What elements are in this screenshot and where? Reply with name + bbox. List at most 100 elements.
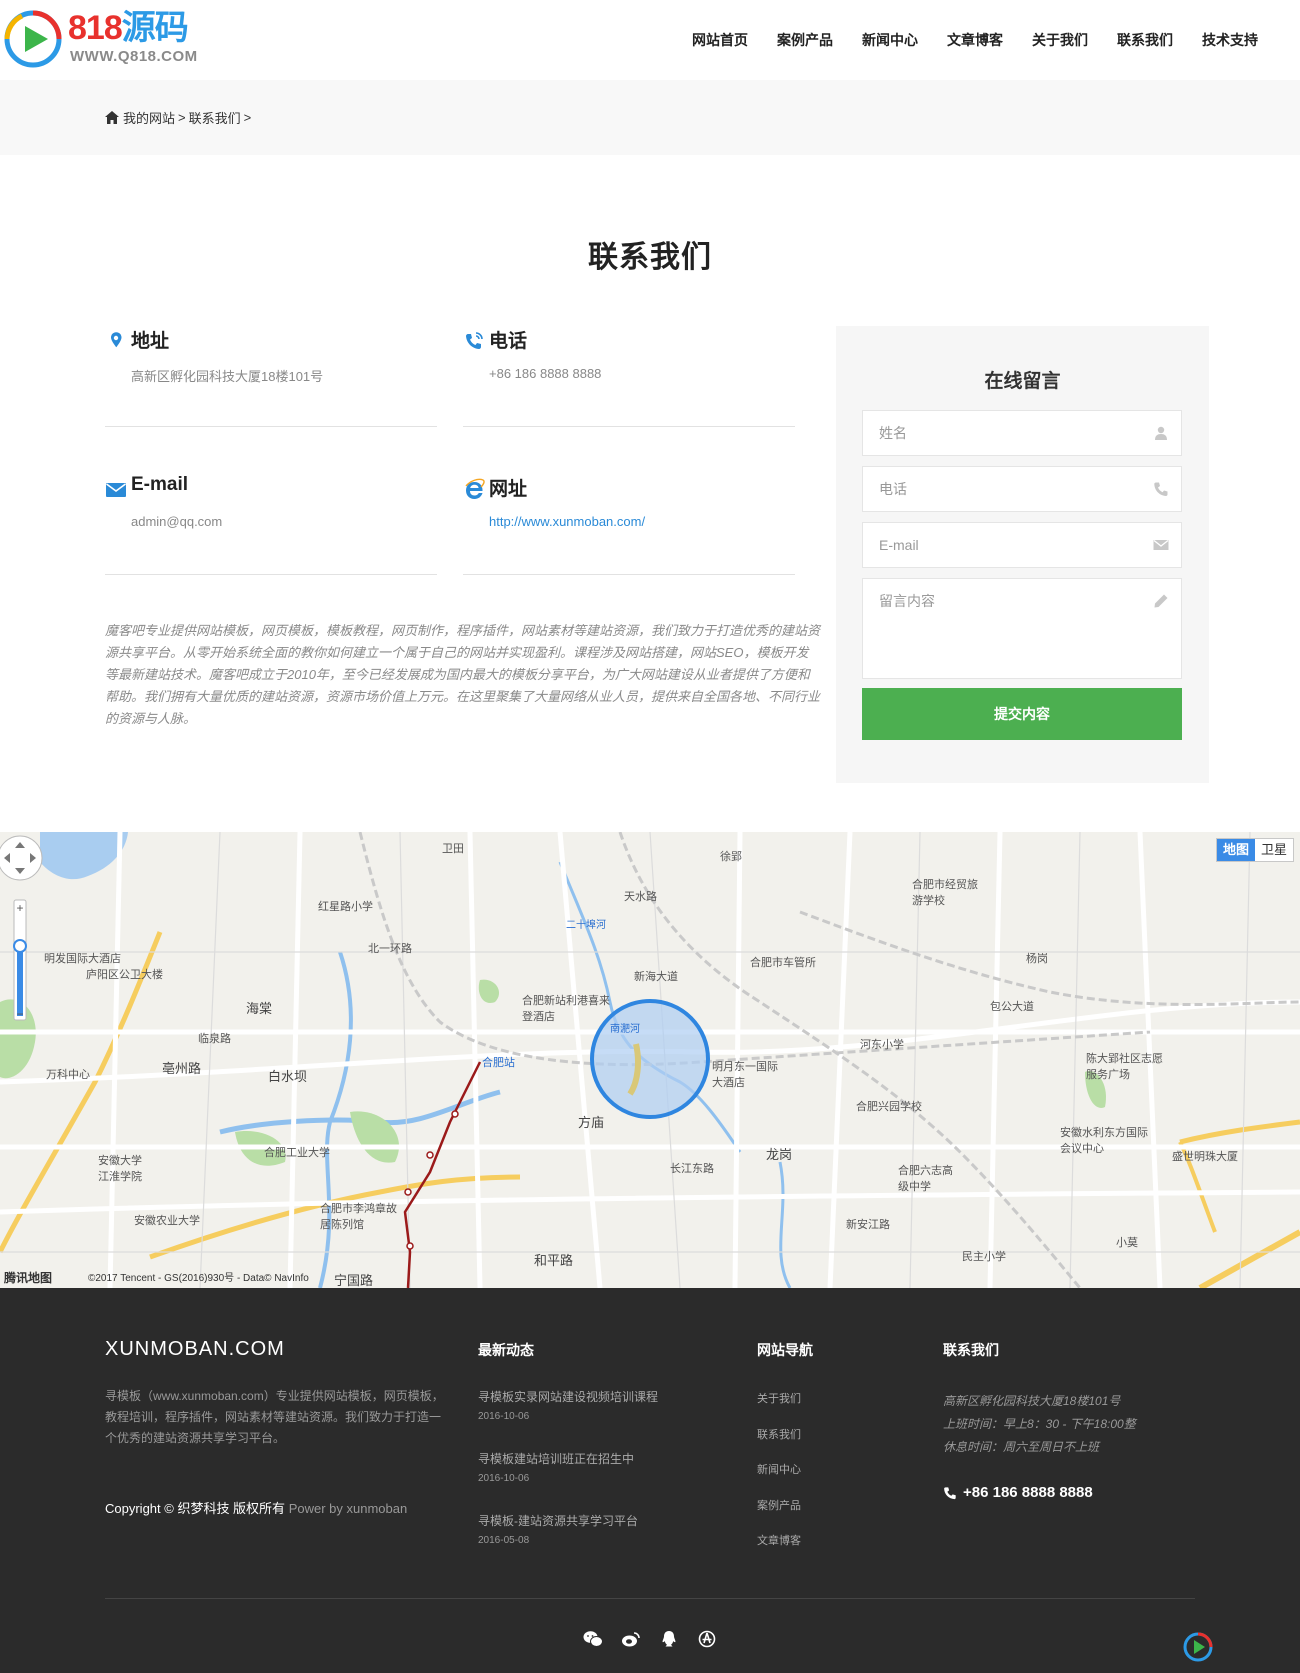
submit-button[interactable]: 提交内容 (862, 688, 1182, 740)
map-type-satellite[interactable]: 卫星 (1255, 839, 1293, 861)
divider (105, 426, 437, 427)
logo-text: 818源码 (68, 9, 189, 47)
map-zoom-control[interactable]: + − (0, 832, 50, 1042)
map-label: 北一环路 (368, 943, 412, 955)
map-brand: 腾讯地图 (4, 1271, 53, 1285)
map-label: 新安江路 (846, 1219, 890, 1231)
map-type-map[interactable]: 地图 (1216, 839, 1255, 861)
news-date: 2016-05-08 (478, 1535, 530, 1546)
map-copyright: ©2017 Tencent - GS(2016)930号 - Data© Nav… (88, 1273, 309, 1284)
nav-news[interactable]: 新闻中心 (862, 30, 918, 50)
news-heading: 最新动态 (478, 1342, 534, 1358)
footer-contact-heading: 联系我们 (943, 1342, 999, 1358)
website-link[interactable]: http://www.xunmoban.com/ (489, 514, 645, 529)
social-links (583, 1630, 735, 1648)
footer-phone: +86 186 8888 8888 (943, 1484, 1093, 1501)
power-text: Power by xunmoban (288, 1501, 408, 1516)
location-map[interactable]: 明发国际大酒店 庐阳区公卫大楼 红星路小学 海棠 亳州路 白水坝 万科中心 合肥… (0, 832, 1300, 1288)
phone-field (862, 466, 1182, 512)
news-date: 2016-10-06 (478, 1411, 530, 1422)
map-label: 白水坝 (268, 1069, 308, 1084)
map-label: 河东小学 (860, 1039, 904, 1051)
email-input[interactable] (863, 523, 1181, 567)
phone-input[interactable] (863, 467, 1181, 511)
divider (105, 574, 437, 575)
map-label: 盛世明珠大厦 (1172, 1151, 1238, 1163)
nav-home[interactable]: 网站首页 (692, 30, 748, 50)
nav-about[interactable]: 关于我们 (1032, 30, 1088, 50)
footer-contact-line: 高新区孵化园科技大厦18楼101号 (943, 1394, 1121, 1408)
footer-nav-blog[interactable]: 文章博客 (757, 1532, 801, 1548)
name-field (862, 410, 1182, 456)
message-textarea[interactable] (863, 579, 1181, 678)
message-field (862, 578, 1182, 679)
svg-text:+: + (16, 901, 23, 915)
footer-divider (105, 1598, 1195, 1599)
tencent-icon[interactable] (697, 1630, 717, 1648)
play-logo-icon (4, 10, 62, 68)
phone-icon (466, 332, 483, 349)
news-title[interactable]: 寻模板建站培训班正在招生中 (478, 1450, 738, 1467)
map-type-switch: 地图 卫星 (1215, 838, 1294, 862)
map-label: 合肥市李鸿章故居陈列馆 (320, 1203, 397, 1231)
map-label: 卫田 (442, 843, 464, 855)
breadcrumb-current[interactable]: 联系我们 (189, 108, 241, 127)
main-nav: 网站首页 案例产品 新闻中心 文章博客 关于我们 联系我们 技术支持 (663, 30, 1258, 50)
footer-contact-line: 上班时间：早上8：30 - 下午18:00整 (943, 1417, 1136, 1431)
user-icon (1155, 426, 1167, 440)
map-label: 新海大道 (634, 971, 678, 983)
email-label: E-mail (131, 474, 189, 495)
news-title[interactable]: 寻模板实录网站建设视频培训课程 (478, 1388, 738, 1405)
news-item: 寻模板实录网站建设视频培训课程 2016-10-06 (478, 1388, 738, 1422)
footer-nav-news[interactable]: 新闻中心 (757, 1461, 801, 1477)
email-value: admin@qq.com (131, 514, 223, 529)
nav-blog[interactable]: 文章博客 (947, 30, 1003, 50)
map-labels: 明发国际大酒店 庐阳区公卫大楼 红星路小学 海棠 亳州路 白水坝 万科中心 合肥… (0, 832, 1300, 1288)
map-label: 红星路小学 (318, 901, 373, 913)
page-title: 联系我们 (588, 241, 712, 274)
map-pin-icon (111, 332, 122, 348)
breadcrumb-separator: > (243, 110, 252, 125)
map-label: 庐阳区公卫大楼 (86, 969, 163, 981)
map-label: 合肥市车管所 (750, 957, 816, 969)
breadcrumb: 我的网站 > 联系我们 > (105, 108, 254, 127)
form-title: 在线留言 (984, 371, 1061, 392)
address-label: 地址 (131, 331, 170, 352)
map-label: 和平路 (534, 1253, 574, 1268)
footer-contact-line: 休息时间：周六至周日不上班 (943, 1440, 1100, 1454)
qq-icon[interactable] (659, 1630, 679, 1648)
wechat-icon[interactable] (583, 1630, 603, 1648)
footer-nav-cases[interactable]: 案例产品 (757, 1497, 801, 1513)
intro-text: 魔客吧专业提供网站模板，网页模板，模板教程，网页制作，程序插件，网站素材等建站资… (105, 623, 821, 726)
map-label: 合肥新站利港喜来登酒店 (522, 995, 610, 1023)
map-label: 万科中心 (46, 1069, 90, 1081)
copyright-text: Copyright © 织梦科技 版权所有 (105, 1501, 286, 1516)
footer-brand: XUNMOBAN.COM (105, 1338, 285, 1360)
website-label: 网址 (489, 479, 528, 500)
nav-support[interactable]: 技术支持 (1202, 30, 1258, 50)
map-label: 合肥市经贸旅游学校 (912, 879, 978, 907)
message-form-panel: 在线留言 提交内容 (836, 326, 1209, 783)
map-label: 南淝河 (610, 1024, 640, 1035)
footer-nav-about[interactable]: 关于我们 (757, 1390, 801, 1406)
map-label: 亳州路 (162, 1061, 202, 1076)
map-label: 安徽大学江淮学院 (98, 1155, 142, 1183)
phone-value: +86 186 8888 8888 (489, 366, 602, 381)
news-title[interactable]: 寻模板-建站资源共享学习平台 (478, 1512, 738, 1529)
nav-contact[interactable]: 联系我们 (1117, 30, 1173, 50)
site-logo[interactable]: 818源码 WWW.Q818.COM (4, 8, 204, 70)
nav-cases[interactable]: 案例产品 (777, 30, 833, 50)
contact-email: E-mail admin@qq.com (105, 474, 437, 594)
map-label: 杨岗 (1026, 953, 1048, 965)
breadcrumb-home[interactable]: 我的网站 (123, 108, 175, 127)
map-label: 合肥六志高级中学 (898, 1165, 953, 1193)
weibo-icon[interactable] (621, 1630, 641, 1648)
map-label: 包公大道 (990, 1001, 1034, 1013)
name-input[interactable] (863, 411, 1181, 455)
divider (463, 574, 795, 575)
footer-nav-heading: 网站导航 (757, 1342, 813, 1358)
footer-nav-contact[interactable]: 联系我们 (757, 1426, 801, 1442)
contact-address: 地址 高新区孵化园科技大厦18楼101号 (105, 326, 437, 446)
footer-description: 寻模板（www.xunmoban.com）专业提供网站模板，网页模板，教程培训，… (105, 1389, 444, 1445)
logo-url: WWW.Q818.COM (70, 48, 198, 65)
